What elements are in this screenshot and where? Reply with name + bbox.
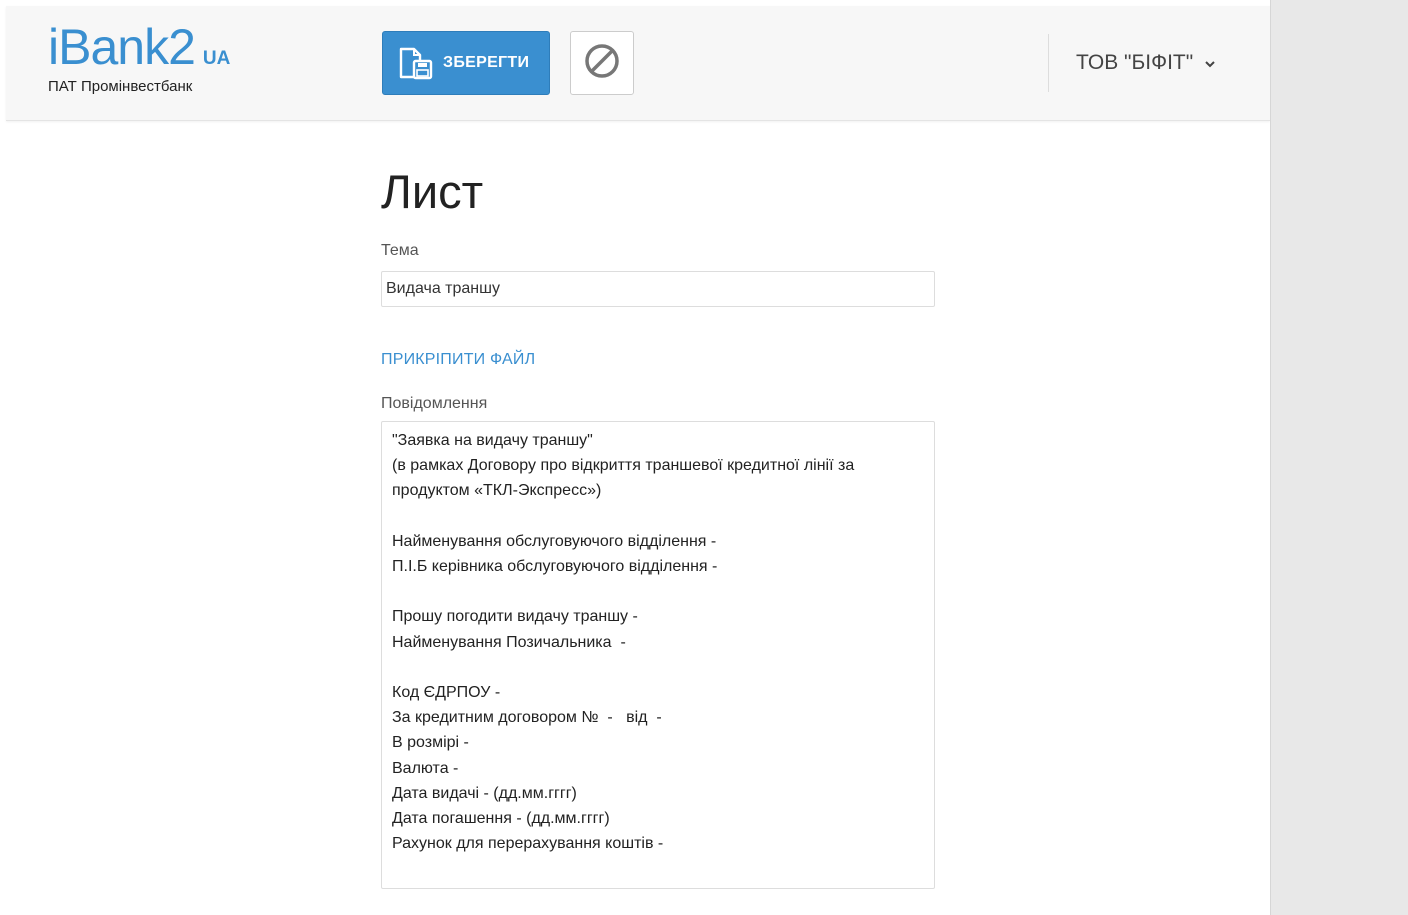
- subject-label: Тема: [381, 242, 419, 259]
- brand-name: iBank2: [48, 19, 196, 75]
- chevron-down-icon: [1203, 56, 1217, 70]
- page: iBank2 UA ПАТ Промінвестбанк ЗБЕРЕГТИ ТО…: [0, 0, 1408, 915]
- header: iBank2 UA ПАТ Промінвестбанк ЗБЕРЕГТИ ТО…: [6, 6, 1270, 121]
- subject-input[interactable]: [381, 271, 935, 307]
- message-label: Повідомлення: [381, 395, 488, 412]
- letter-form: Лист Тема ПРИКРІПИТИ ФАЙЛ Повідомлення "…: [381, 160, 935, 889]
- header-divider: [1048, 34, 1049, 92]
- save-icon: [397, 44, 435, 82]
- cancel-icon: [583, 42, 621, 84]
- attach-file-link[interactable]: ПРИКРІПИТИ ФАЙЛ: [381, 351, 535, 369]
- company-name: ТОВ "БІФІТ": [1076, 51, 1194, 74]
- page-title: Лист: [381, 165, 484, 218]
- right-gutter: [1270, 0, 1408, 915]
- message-textarea[interactable]: "Заявка на видачу траншу" (в рамках Дого…: [381, 421, 935, 889]
- save-button[interactable]: ЗБЕРЕГТИ: [382, 31, 550, 95]
- bank-name: ПАТ Промінвестбанк: [48, 78, 193, 95]
- brand-country: UA: [202, 48, 231, 69]
- save-label: ЗБЕРЕГТИ: [443, 54, 530, 71]
- brand: iBank2 UA ПАТ Промінвестбанк: [48, 22, 230, 95]
- company-menu[interactable]: ТОВ "БІФІТ": [1076, 46, 1217, 80]
- cancel-button[interactable]: [570, 31, 634, 95]
- brand-logo[interactable]: iBank2 UA: [48, 22, 230, 72]
